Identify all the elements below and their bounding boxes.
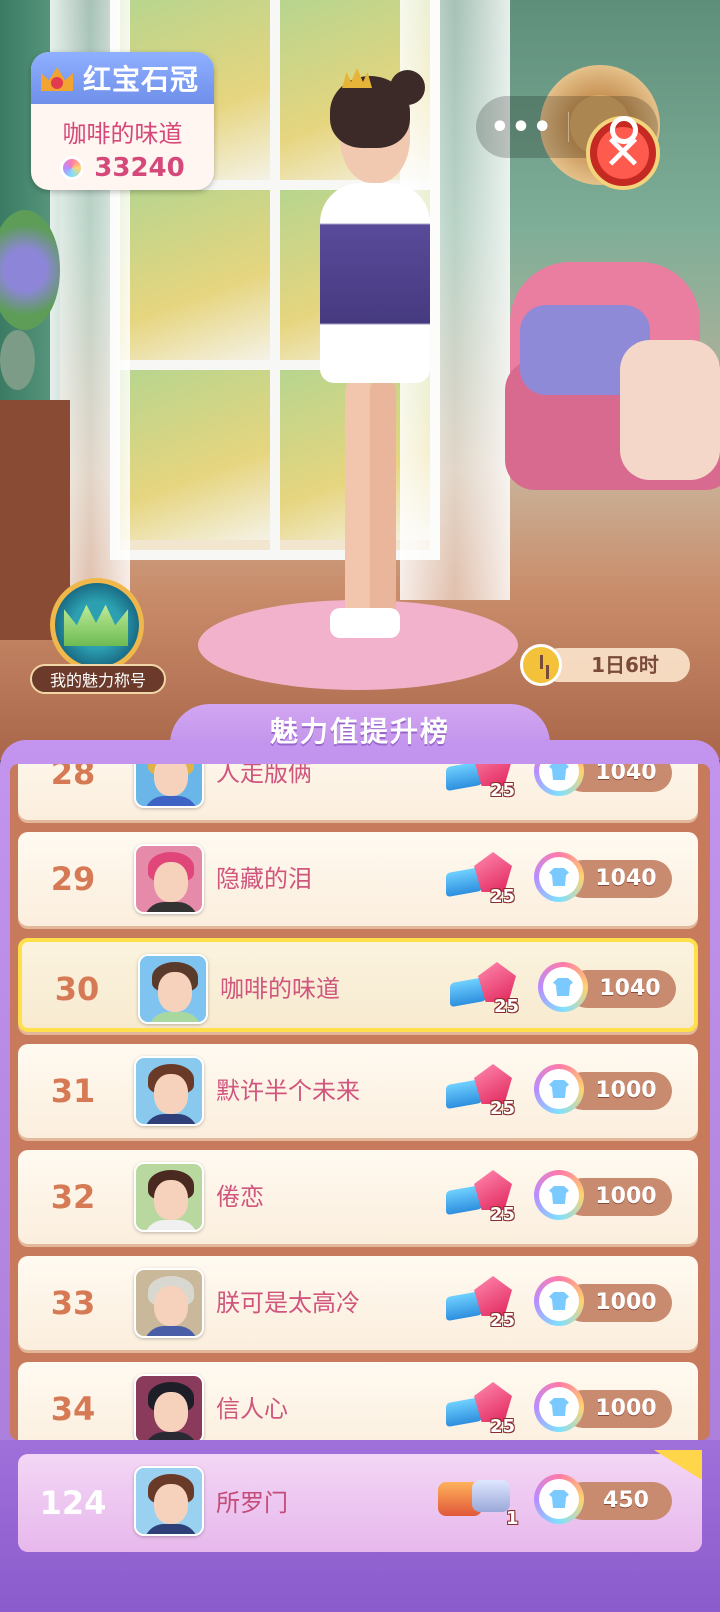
charm-value: 1040 xyxy=(538,962,676,1012)
charm-value: 1040 xyxy=(534,764,672,796)
charm-score: 33240 xyxy=(94,153,185,183)
avatar[interactable] xyxy=(134,1162,204,1232)
player-name: 朕可是太高冷 xyxy=(216,1289,360,1317)
list-item[interactable]: 31 默许半个未来 25 1000 xyxy=(18,1044,698,1138)
reward-icons: 25 xyxy=(438,1058,528,1128)
rank-number: 32 xyxy=(50,1178,96,1216)
reward-icons: 25 xyxy=(438,1270,528,1340)
rank-number: 31 xyxy=(50,1072,96,1110)
title-badge[interactable]: 红宝石冠 咖啡的味道 33240 xyxy=(31,52,214,190)
crown-icon xyxy=(39,63,75,93)
my-name: 所罗门 xyxy=(216,1489,288,1517)
reward-icons: 25 xyxy=(438,846,528,916)
event-timer: 1日6时 xyxy=(520,644,690,686)
leaderboard-list[interactable]: 28 人走版俩 25 1040 29 隐藏的泪 25 1040 30 咖啡的味道… xyxy=(10,764,710,1440)
avatar[interactable] xyxy=(134,1268,204,1338)
reward-icons: 25 xyxy=(438,1164,528,1234)
badge-title: 红宝石冠 xyxy=(83,63,200,96)
outfit-icon xyxy=(534,852,584,902)
player-name: 信人心 xyxy=(216,1395,288,1423)
player-name: 咖啡的味道 xyxy=(62,120,183,148)
player-name: 人走版俩 xyxy=(216,764,312,787)
player-character[interactable] xyxy=(290,68,440,648)
list-item[interactable]: 34 信人心 25 1000 xyxy=(18,1362,698,1440)
more-options-button[interactable]: ••• xyxy=(476,110,568,145)
my-charm-title-button[interactable]: 我的魅力称号 xyxy=(30,578,166,696)
outfit-icon xyxy=(534,1474,584,1524)
my-rank-number: 124 xyxy=(39,1484,107,1522)
charm-value: 1000 xyxy=(534,1064,672,1114)
reward-icons: 25 xyxy=(442,956,532,1026)
avatar[interactable] xyxy=(134,764,204,808)
player-name: 默许半个未来 xyxy=(216,1077,360,1105)
outfit-icon xyxy=(534,1064,584,1114)
charm-title-label: 我的魅力称号 xyxy=(30,664,166,694)
list-item[interactable]: 29 隐藏的泪 25 1040 xyxy=(18,832,698,926)
rank-number: 30 xyxy=(54,970,100,1008)
charm-value: 1000 xyxy=(534,1276,672,1326)
list-item[interactable]: 28 人走版俩 25 1040 xyxy=(18,764,698,820)
close-ring-icon xyxy=(610,116,638,144)
lock-chest-icon xyxy=(472,1480,510,1512)
timer-text: 1日6时 xyxy=(542,648,690,682)
my-rank-bar: 124 所罗门 1 450 xyxy=(0,1440,720,1612)
avatar[interactable] xyxy=(134,844,204,914)
alarm-clock-icon xyxy=(520,644,562,686)
avatar[interactable] xyxy=(138,954,208,1024)
avatar[interactable] xyxy=(134,1374,204,1440)
my-rank-row[interactable]: 124 所罗门 1 450 xyxy=(18,1450,702,1552)
player-name: 倦恋 xyxy=(216,1183,264,1211)
leaderboard-title: 魅力值提升榜 xyxy=(269,715,450,748)
reward-icons: 25 xyxy=(438,1376,528,1440)
charm-value: 1000 xyxy=(534,1382,672,1432)
player-name: 咖啡的味道 xyxy=(220,975,340,1003)
outfit-icon xyxy=(534,1276,584,1326)
avatar[interactable] xyxy=(134,1056,204,1126)
charm-gem-icon xyxy=(60,156,85,180)
close-button[interactable]: ✕ xyxy=(586,116,660,190)
outfit-icon xyxy=(538,962,588,1012)
rank-number: 29 xyxy=(50,860,96,898)
outfit-icon xyxy=(534,1382,584,1432)
reward-icons: 25 xyxy=(438,764,528,810)
reward-icons: 1 xyxy=(438,1468,528,1538)
charm-value: 1040 xyxy=(534,852,672,902)
outfit-icon xyxy=(534,1170,584,1220)
rank-number: 33 xyxy=(50,1284,96,1322)
outfit-icon xyxy=(534,764,584,796)
charm-value: 450 xyxy=(534,1474,672,1524)
player-name: 隐藏的泪 xyxy=(216,865,312,893)
list-item[interactable]: 32 倦恋 25 1000 xyxy=(18,1150,698,1244)
rank-number: 28 xyxy=(50,764,96,792)
charm-value: 1000 xyxy=(534,1170,672,1220)
avatar[interactable] xyxy=(134,1466,204,1536)
rank-number: 34 xyxy=(50,1390,96,1428)
list-item-current-player[interactable]: 30 咖啡的味道 25 1040 xyxy=(18,938,698,1032)
list-item[interactable]: 33 朕可是太高冷 25 1000 xyxy=(18,1256,698,1350)
